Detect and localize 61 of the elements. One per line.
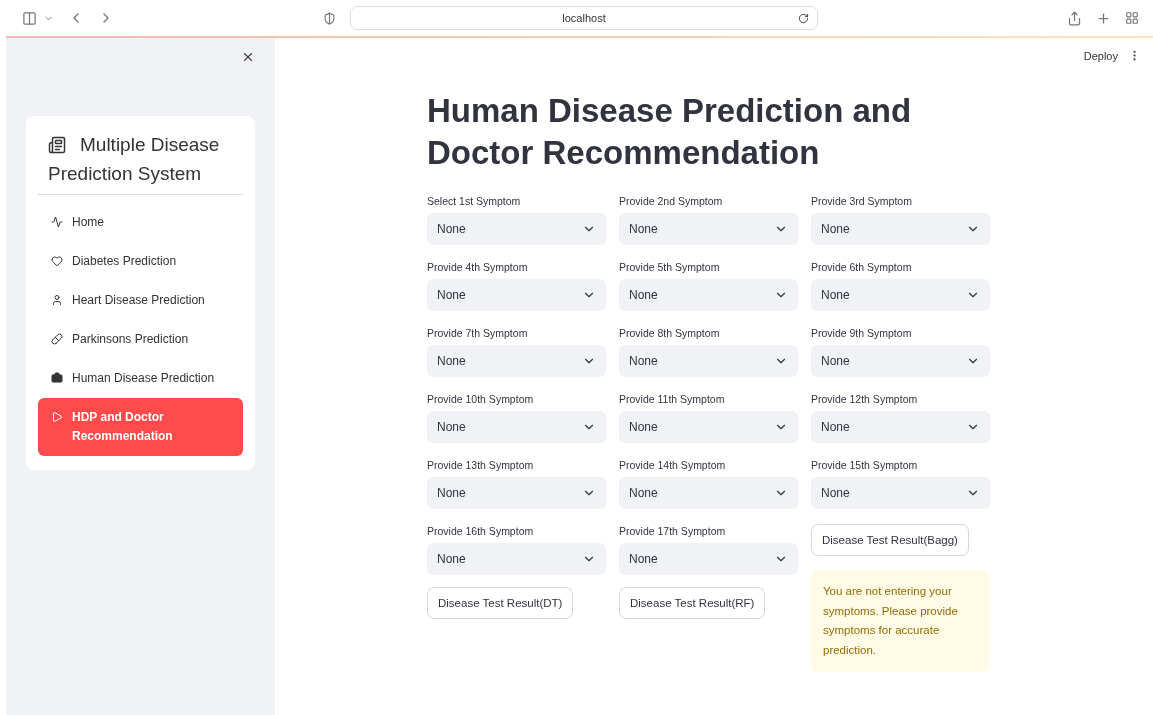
symptom-select[interactable]: None: [811, 213, 990, 245]
symptom-select[interactable]: None: [427, 477, 606, 509]
field-label: Provide 8th Symptom: [619, 327, 721, 339]
field-label: Provide 9th Symptom: [811, 327, 913, 339]
field-label: Provide 17th Symptom: [619, 525, 727, 537]
field-label: Provide 15th Symptom: [811, 459, 919, 471]
symptom-select[interactable]: None: [427, 279, 606, 311]
close-icon[interactable]: [241, 50, 255, 64]
result-button[interactable]: Disease Test Result(RF): [619, 587, 766, 619]
warning-message: You are not entering your symptoms. Please provide symptoms for accurate prediction.: [811, 570, 990, 672]
field-label: Provide 6th Symptom: [811, 261, 913, 273]
symptom-select[interactable]: None: [427, 543, 606, 575]
field-label: Select 1st Symptom: [427, 195, 522, 207]
pulse-icon: [51, 216, 63, 228]
symptom-select[interactable]: None: [811, 279, 990, 311]
new-tab-icon[interactable]: [1096, 10, 1111, 26]
field-label: Provide 10th Symptom: [427, 393, 535, 405]
symptom-select[interactable]: None: [811, 345, 990, 377]
symptom-select[interactable]: None: [811, 477, 990, 509]
symptom-select[interactable]: None: [811, 411, 990, 443]
menu-title-icon: [48, 136, 66, 154]
medical-bag-icon: [51, 372, 63, 384]
symptom-select[interactable]: None: [619, 477, 798, 509]
result-button[interactable]: Disease Test Result(Bagg): [811, 524, 969, 556]
play-icon: [51, 411, 63, 423]
field-label: Provide 13th Symptom: [427, 459, 535, 471]
field-label: Provide 4th Symptom: [427, 261, 529, 273]
symptom-select[interactable]: None: [619, 279, 798, 311]
share-icon[interactable]: [1067, 10, 1082, 26]
field-label: Provide 2nd Symptom: [619, 195, 724, 207]
reload-icon[interactable]: [798, 12, 809, 24]
symptom-select[interactable]: None: [427, 345, 606, 377]
field-label: Provide 5th Symptom: [619, 261, 721, 273]
menu-item[interactable]: Parkinsons Prediction: [38, 320, 243, 359]
field-label: Provide 14th Symptom: [619, 459, 727, 471]
field-label: Provide 16th Symptom: [427, 525, 535, 537]
field-label: Provide 3rd Symptom: [811, 195, 913, 207]
symptom-select[interactable]: None: [619, 411, 798, 443]
heart-icon: [51, 255, 63, 267]
tabs-overview-icon[interactable]: [1125, 11, 1139, 25]
field-label: Provide 7th Symptom: [427, 327, 529, 339]
menu-item[interactable]: Home: [38, 203, 243, 242]
shield-icon: [323, 11, 336, 25]
menu-item[interactable]: Heart Disease Prediction: [38, 281, 243, 320]
deploy-link[interactable]: Deploy: [1083, 49, 1118, 62]
field-label: Provide 11th Symptom: [619, 393, 726, 405]
sidebar-icon[interactable]: [22, 10, 37, 26]
address-bar[interactable]: localhost: [350, 6, 818, 30]
symptom-select[interactable]: None: [427, 411, 606, 443]
pill-icon: [51, 333, 63, 345]
symptom-select[interactable]: None: [427, 213, 606, 245]
field-label: Provide 12th Symptom: [811, 393, 919, 405]
symptom-select[interactable]: None: [619, 345, 798, 377]
symptom-select[interactable]: None: [619, 543, 798, 575]
menu-item[interactable]: Human Disease Prediction: [38, 359, 243, 398]
symptom-select[interactable]: None: [619, 213, 798, 245]
menu-item[interactable]: Diabetes Prediction: [38, 242, 243, 281]
result-button[interactable]: Disease Test Result(DT): [427, 587, 574, 619]
person-icon: [51, 294, 63, 306]
menu-title: Multiple Disease Prediction System: [38, 130, 243, 195]
page-title: Human Disease Prediction and Doctor Recommendation: [427, 91, 913, 173]
